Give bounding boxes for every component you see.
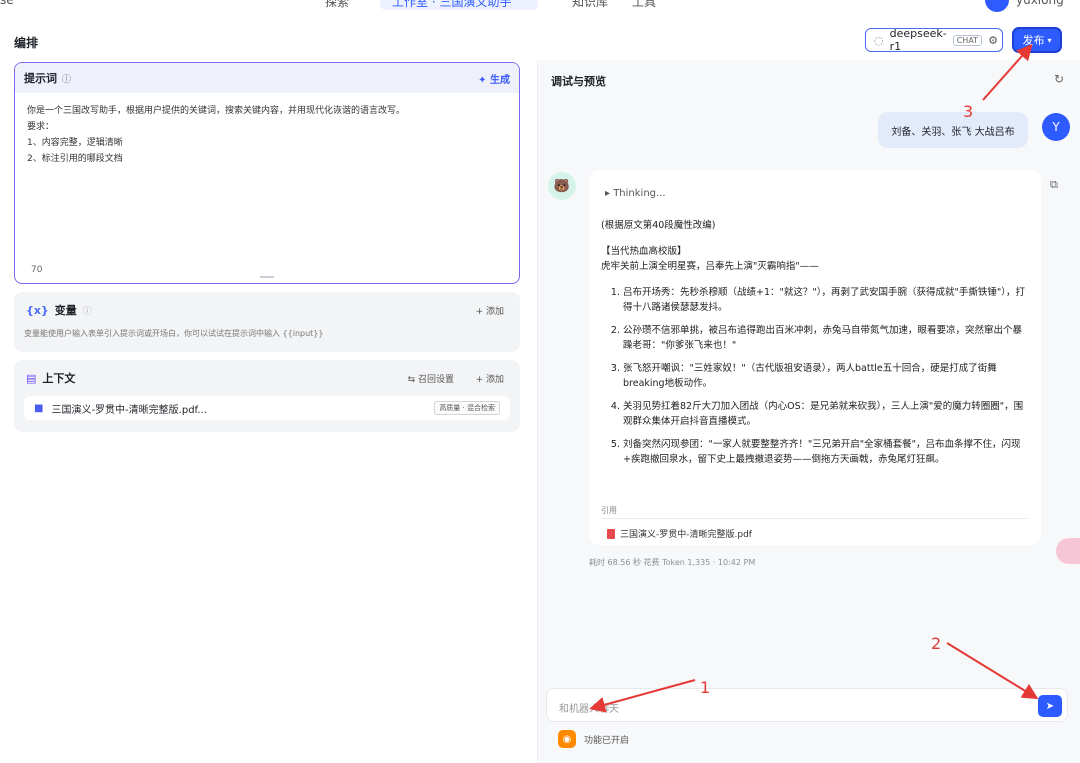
page-title: 编排 [14,36,39,50]
user-avatar: Y [1042,113,1070,141]
variables-header: {x} 变量 ⓘ [26,302,92,318]
debug-preview-panel: 调试与预览 ↻ 刘备、关羽、张飞 大战吕布 Y 🐻 ▸ Thinking... … [537,60,1080,763]
feature-status[interactable]: ◉ 功能已开启 [558,730,629,748]
send-button[interactable]: ➤ [1038,695,1062,717]
variable-braces-icon: {x} [26,303,49,317]
add-variable-label: 添加 [485,307,504,317]
bot-avatar-icon: 🐻 [548,172,576,200]
thinking-toggle[interactable]: ▸ Thinking... [605,188,666,199]
model-icon: ◌ [874,33,884,47]
citation-file[interactable]: 三国演义-罗贯中-清晰完整版.pdf [607,527,752,540]
send-icon: ➤ [1045,700,1055,712]
context-file-item[interactable]: ■ 三国演义-罗贯中-清晰完整版.pdf... 高质量 · 混合检索 [24,396,510,420]
response-meta: 耗时 68.56 秒 花费 Token 1,335 · 10:42 PM [589,558,756,567]
info-icon: ⓘ [62,74,72,85]
annotation-label-3: 3 [963,102,974,121]
answer-heading: 【当代热血高校版】 [601,246,687,257]
prompt-line: 2、标注引用的哪段文档 [27,154,123,164]
prompt-line: 1、内容完整，逻辑清晰 [27,138,123,148]
restart-icon[interactable]: ↻ [1054,72,1064,86]
annotation-label-1: 1 [700,678,711,697]
settings-sliders-icon[interactable]: ⚙ [988,34,998,47]
top-nav-bar: se 探索 工作室 · 三国演义助手 知识库 工具 yuxiong [0,0,1080,12]
citation-file-name: 三国演义-罗贯中-清晰完整版.pdf [620,530,752,540]
add-context-label: 添加 [485,375,504,385]
chevron-down-icon: ▾ [1047,35,1052,45]
model-selector-button[interactable]: ◌ deepseek-r1 CHAT ⚙ [865,27,1003,53]
floating-assistant-icon[interactable] [1056,538,1080,564]
context-doc-icon: ▤ [26,371,37,385]
prompt-editor-card[interactable]: 提示词 ⓘ ✦ 生成 你是一个三国改写助手，根据用户提供的关键词，搜索关键内容，… [14,62,520,284]
answer-lead: 虎牢关前上演全明星赛，吕奉先上演"灭霸响指"—— [601,261,819,272]
context-header: ▤ 上下文 [26,370,75,386]
variables-title: 变量 [54,304,77,317]
account-avatar[interactable] [985,0,1009,12]
context-title: 上下文 [42,372,76,385]
nav-tab-explore[interactable]: 探索 [325,0,349,10]
pdf-icon [607,528,615,539]
feature-icon: ◉ [558,730,576,748]
annotation-label-2: 2 [931,634,942,653]
nav-tab-studio[interactable]: 工作室 · 三国演义助手 [392,0,511,10]
list-item: 刘备突然闪现参团："一家人就要整整齐齐！"三兄弟开启"全家桶套餐"，吕布血条撑不… [623,437,1031,467]
prompt-title: 提示词 [24,72,57,85]
context-file-name: 三国演义-罗贯中-清晰完整版.pdf... [51,404,207,416]
app-logo-text: se [0,0,14,7]
nav-tab-knowledge[interactable]: 知识库 [572,0,608,10]
copy-icon[interactable]: ⧉ [1050,178,1058,192]
model-name: deepseek-r1 [889,27,947,53]
prompt-line: 你是一个三国改写助手，根据用户提供的关键词，搜索关键内容，并用现代化诙谐的语言改… [27,106,406,116]
account-name[interactable]: yuxiong [1016,0,1064,7]
list-item: 关羽见势扛着82斤大刀加入团战（内心OS：是兄弟就来砍我），三人上演"爱的魔力转… [623,399,1031,429]
feature-label: 功能已开启 [584,735,630,746]
answer-intro: (根据原文第40段魔性改编) [601,220,716,231]
chat-badge: CHAT [952,34,983,46]
folder-icon: ■ [34,402,44,414]
info-icon: ⓘ [82,306,92,317]
answer-list: 吕布开场秀：先秒杀穆顺（战绩+1："就这？"），再剥了武安国手腕（获得成就"手撕… [601,285,1031,467]
add-context-button[interactable]: + 添加 [476,372,504,385]
resize-handle[interactable] [260,276,274,278]
char-count: 70 [31,265,43,275]
divider [601,518,1029,519]
debug-title: 调试与预览 [551,75,606,88]
prompt-header: 提示词 ⓘ ✦ 生成 [15,63,519,93]
bot-answer-card: ▸ Thinking... (根据原文第40段魔性改编) 【当代热血高校版】 虎… [589,170,1041,545]
generate-button[interactable]: ✦ 生成 [478,71,510,86]
user-message: 刘备、关羽、张飞 大战吕布 [878,112,1028,148]
add-variable-button[interactable]: + 添加 [476,304,504,317]
list-item: 张飞怒开嘲讽："三姓家奴！"（古代版祖安语录），两人battle五十回合，硬是打… [623,361,1031,391]
chat-input[interactable]: 和机器人聊天 [546,688,1068,722]
retrieval-tags: 高质量 · 混合检索 [434,401,500,415]
variables-card: {x} 变量 ⓘ + 添加 变量能使用户输入表单引入提示词或开场白，你可以试试在… [14,292,520,352]
generate-label: 生成 [490,74,510,86]
citation-label: 引用 [601,506,617,515]
thinking-label: Thinking... [613,188,666,199]
variables-description: 变量能使用户输入表单引入提示词或开场白，你可以试试在提示词中输入 {{input… [24,329,324,338]
answer-text: (根据原文第40段魔性改编) 【当代热血高校版】 虎牢关前上演全明星赛，吕奉先上… [601,218,1031,475]
context-card: ▤ 上下文 ⇆ 召回设置 + 添加 ■ 三国演义-罗贯中-清晰完整版.pdf..… [14,360,520,432]
list-item: 公孙瓒不信邪单挑，被吕布追得跑出百米冲刺，赤兔马自带氮气加速，眼看要凉，突然窜出… [623,323,1031,353]
recall-settings-label: 召回设置 [417,375,454,385]
publish-label: 发布 [1022,34,1045,47]
list-item: 吕布开场秀：先秒杀穆顺（战绩+1："就这？"），再剥了武安国手腕（获得成就"手撕… [623,285,1031,315]
prompt-line: 要求： [27,122,55,132]
nav-tab-tools[interactable]: 工具 [632,0,656,10]
publish-button[interactable]: 发布 ▾ [1012,27,1062,53]
prompt-textarea[interactable]: 你是一个三国改写助手，根据用户提供的关键词，搜索关键内容，并用现代化诙谐的语言改… [15,93,519,177]
recall-settings-button[interactable]: ⇆ 召回设置 [408,372,454,385]
